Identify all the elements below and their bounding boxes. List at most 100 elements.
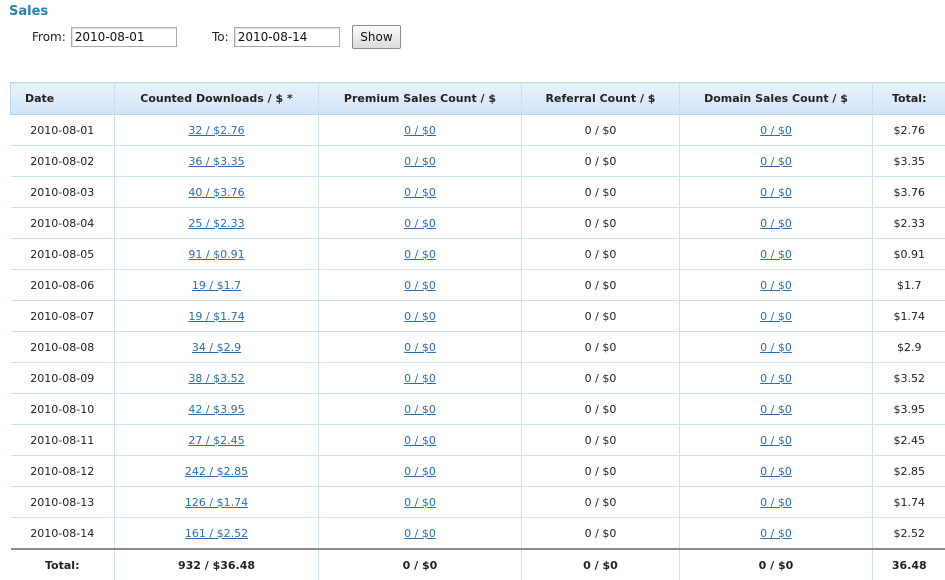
cell-referral: 0 / $0 (522, 456, 680, 487)
table-row: 2010-08-0619 / $1.70 / $00 / $00 / $0$1.… (11, 270, 945, 301)
downloads-link[interactable]: 27 / $2.45 (188, 434, 244, 447)
domain-link[interactable]: 0 / $0 (760, 372, 792, 385)
cell-premium: 0 / $0 (319, 115, 522, 146)
premium-link[interactable]: 0 / $0 (404, 496, 436, 509)
table-row: 2010-08-0719 / $1.740 / $00 / $00 / $0$1… (11, 301, 945, 332)
totals-premium: 0 / $0 (319, 549, 522, 580)
cell-domain: 0 / $0 (680, 394, 873, 425)
cell-premium: 0 / $0 (319, 239, 522, 270)
cell-premium: 0 / $0 (319, 301, 522, 332)
domain-link[interactable]: 0 / $0 (760, 186, 792, 199)
from-label: From: (32, 30, 66, 44)
downloads-link[interactable]: 126 / $1.74 (185, 496, 248, 509)
cell-premium: 0 / $0 (319, 332, 522, 363)
premium-link[interactable]: 0 / $0 (404, 465, 436, 478)
cell-date: 2010-08-01 (11, 115, 115, 146)
totals-total: 36.48 (873, 549, 945, 580)
premium-link[interactable]: 0 / $0 (404, 248, 436, 261)
cell-total: $0.91 (873, 239, 945, 270)
table-row: 2010-08-0236 / $3.350 / $00 / $00 / $0$3… (11, 146, 945, 177)
downloads-link[interactable]: 25 / $2.33 (188, 217, 244, 230)
premium-link[interactable]: 0 / $0 (404, 155, 436, 168)
downloads-link[interactable]: 161 / $2.52 (185, 527, 248, 540)
header-date: Date (11, 83, 115, 115)
premium-link[interactable]: 0 / $0 (404, 372, 436, 385)
premium-link[interactable]: 0 / $0 (404, 341, 436, 354)
cell-date: 2010-08-07 (11, 301, 115, 332)
cell-downloads: 34 / $2.9 (115, 332, 319, 363)
domain-link[interactable]: 0 / $0 (760, 248, 792, 261)
cell-domain: 0 / $0 (680, 332, 873, 363)
domain-link[interactable]: 0 / $0 (760, 217, 792, 230)
table-row: 2010-08-0340 / $3.760 / $00 / $00 / $0$3… (11, 177, 945, 208)
cell-total: $2.52 (873, 518, 945, 550)
downloads-link[interactable]: 36 / $3.35 (188, 155, 244, 168)
cell-date: 2010-08-14 (11, 518, 115, 550)
premium-link[interactable]: 0 / $0 (404, 434, 436, 447)
cell-domain: 0 / $0 (680, 456, 873, 487)
table-row: 2010-08-0132 / $2.760 / $00 / $00 / $0$2… (11, 115, 945, 146)
cell-date: 2010-08-11 (11, 425, 115, 456)
totals-label: Total: (11, 549, 115, 580)
cell-total: $2.45 (873, 425, 945, 456)
cell-referral: 0 / $0 (522, 332, 680, 363)
downloads-link[interactable]: 91 / $0.91 (188, 248, 244, 261)
domain-link[interactable]: 0 / $0 (760, 279, 792, 292)
domain-link[interactable]: 0 / $0 (760, 465, 792, 478)
cell-premium: 0 / $0 (319, 518, 522, 550)
downloads-link[interactable]: 34 / $2.9 (192, 341, 241, 354)
cell-date: 2010-08-12 (11, 456, 115, 487)
premium-link[interactable]: 0 / $0 (404, 217, 436, 230)
cell-downloads: 242 / $2.85 (115, 456, 319, 487)
from-date-input[interactable] (71, 27, 177, 47)
domain-link[interactable]: 0 / $0 (760, 124, 792, 137)
cell-date: 2010-08-06 (11, 270, 115, 301)
page-title: Sales (9, 4, 48, 19)
downloads-link[interactable]: 32 / $2.76 (188, 124, 244, 137)
premium-link[interactable]: 0 / $0 (404, 527, 436, 540)
totals-domain: 0 / $0 (680, 549, 873, 580)
downloads-link[interactable]: 42 / $3.95 (188, 403, 244, 416)
domain-link[interactable]: 0 / $0 (760, 434, 792, 447)
domain-link[interactable]: 0 / $0 (760, 341, 792, 354)
cell-total: $3.95 (873, 394, 945, 425)
cell-domain: 0 / $0 (680, 301, 873, 332)
table-row: 2010-08-1127 / $2.450 / $00 / $00 / $0$2… (11, 425, 945, 456)
premium-link[interactable]: 0 / $0 (404, 279, 436, 292)
cell-referral: 0 / $0 (522, 177, 680, 208)
downloads-link[interactable]: 40 / $3.76 (188, 186, 244, 199)
cell-total: $1.74 (873, 487, 945, 518)
cell-premium: 0 / $0 (319, 487, 522, 518)
cell-total: $3.52 (873, 363, 945, 394)
cell-date: 2010-08-09 (11, 363, 115, 394)
header-domain-sales: Domain Sales Count / $ (680, 83, 873, 115)
domain-link[interactable]: 0 / $0 (760, 155, 792, 168)
table-row: 2010-08-0425 / $2.330 / $00 / $00 / $0$2… (11, 208, 945, 239)
downloads-link[interactable]: 242 / $2.85 (185, 465, 248, 478)
cell-domain: 0 / $0 (680, 239, 873, 270)
downloads-link[interactable]: 19 / $1.74 (188, 310, 244, 323)
downloads-link[interactable]: 19 / $1.7 (192, 279, 241, 292)
domain-link[interactable]: 0 / $0 (760, 310, 792, 323)
cell-domain: 0 / $0 (680, 146, 873, 177)
to-filter: To: (212, 26, 340, 48)
cell-downloads: 25 / $2.33 (115, 208, 319, 239)
domain-link[interactable]: 0 / $0 (760, 403, 792, 416)
show-button[interactable]: Show (352, 25, 401, 49)
downloads-link[interactable]: 38 / $3.52 (188, 372, 244, 385)
premium-link[interactable]: 0 / $0 (404, 186, 436, 199)
from-filter: From: (32, 26, 177, 48)
premium-link[interactable]: 0 / $0 (404, 403, 436, 416)
cell-domain: 0 / $0 (680, 208, 873, 239)
cell-referral: 0 / $0 (522, 363, 680, 394)
cell-referral: 0 / $0 (522, 146, 680, 177)
cell-total: $1.7 (873, 270, 945, 301)
cell-premium: 0 / $0 (319, 456, 522, 487)
domain-link[interactable]: 0 / $0 (760, 527, 792, 540)
to-date-input[interactable] (234, 27, 340, 47)
table-header-row: Date Counted Downloads / $ * Premium Sal… (11, 83, 945, 115)
premium-link[interactable]: 0 / $0 (404, 124, 436, 137)
domain-link[interactable]: 0 / $0 (760, 496, 792, 509)
premium-link[interactable]: 0 / $0 (404, 310, 436, 323)
table-row: 2010-08-0834 / $2.90 / $00 / $00 / $0$2.… (11, 332, 945, 363)
